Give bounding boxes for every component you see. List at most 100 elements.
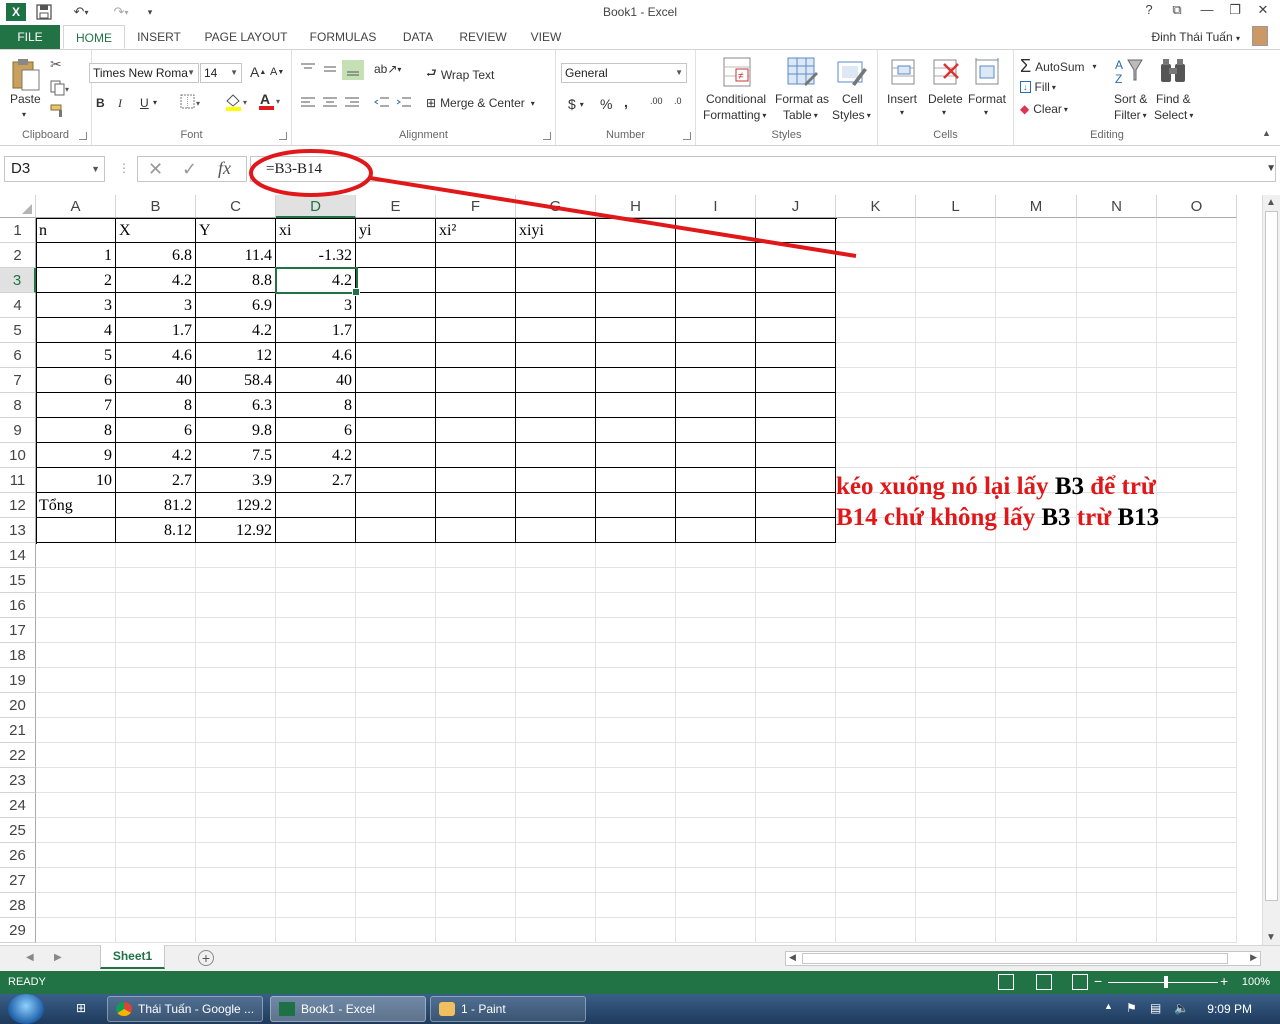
cell-k19[interactable] xyxy=(836,668,916,693)
cell-i4[interactable] xyxy=(676,293,756,318)
action-center-icon[interactable]: ⚑ xyxy=(1126,1001,1137,1015)
cell-i11[interactable] xyxy=(676,468,756,493)
cell-n19[interactable] xyxy=(1077,668,1157,693)
cell-f8[interactable] xyxy=(436,393,516,418)
cell-a8[interactable]: 7 xyxy=(36,393,116,418)
cell-m19[interactable] xyxy=(996,668,1077,693)
cell-n17[interactable] xyxy=(1077,618,1157,643)
cell-l7[interactable] xyxy=(916,368,996,393)
paste-dropdown-icon[interactable]: ▾ xyxy=(22,110,26,119)
cell-n15[interactable] xyxy=(1077,568,1157,593)
cell-j26[interactable] xyxy=(756,843,836,868)
cell-e1[interactable]: yi xyxy=(356,218,436,243)
cell-j7[interactable] xyxy=(756,368,836,393)
tab-insert[interactable]: INSERT xyxy=(130,25,188,49)
merge-center-button[interactable]: ⊞ Merge & Center ▾ xyxy=(426,96,535,110)
font-launcher-icon[interactable] xyxy=(279,132,287,140)
cell-e27[interactable] xyxy=(356,868,436,893)
cell-g10[interactable] xyxy=(516,443,596,468)
cell-d4[interactable]: 3 xyxy=(276,293,356,318)
cell-j16[interactable] xyxy=(756,593,836,618)
cell-d29[interactable] xyxy=(276,918,356,943)
cell-h22[interactable] xyxy=(596,743,676,768)
cell-e3[interactable] xyxy=(356,268,436,293)
cell-l21[interactable] xyxy=(916,718,996,743)
column-header-f[interactable]: F xyxy=(436,195,516,218)
cell-g6[interactable] xyxy=(516,343,596,368)
cell-j19[interactable] xyxy=(756,668,836,693)
cell-l22[interactable] xyxy=(916,743,996,768)
cell-j18[interactable] xyxy=(756,643,836,668)
cell-a17[interactable] xyxy=(36,618,116,643)
cell-o18[interactable] xyxy=(1157,643,1237,668)
cell-i28[interactable] xyxy=(676,893,756,918)
tab-view[interactable]: VIEW xyxy=(524,25,568,49)
tab-page-layout[interactable]: PAGE LAYOUT xyxy=(200,25,292,49)
cell-i10[interactable] xyxy=(676,443,756,468)
cell-g20[interactable] xyxy=(516,693,596,718)
name-box[interactable]: D3 ▼ xyxy=(4,156,105,182)
cell-g16[interactable] xyxy=(516,593,596,618)
cell-f12[interactable] xyxy=(436,493,516,518)
cell-f23[interactable] xyxy=(436,768,516,793)
cell-f16[interactable] xyxy=(436,593,516,618)
conditional-formatting-icon[interactable]: ≠ xyxy=(722,56,754,88)
cell-i5[interactable] xyxy=(676,318,756,343)
cell-c23[interactable] xyxy=(196,768,276,793)
page-break-view-icon[interactable] xyxy=(1072,974,1088,990)
cell-h2[interactable] xyxy=(596,243,676,268)
row-header-16[interactable]: 16 xyxy=(0,593,36,618)
cell-l24[interactable] xyxy=(916,793,996,818)
cell-h25[interactable] xyxy=(596,818,676,843)
cell-g29[interactable] xyxy=(516,918,596,943)
cell-e6[interactable] xyxy=(356,343,436,368)
copy-icon[interactable]: ▾ xyxy=(50,80,70,96)
cell-k7[interactable] xyxy=(836,368,916,393)
cell-l10[interactable] xyxy=(916,443,996,468)
cell-e4[interactable] xyxy=(356,293,436,318)
clipboard-launcher-icon[interactable] xyxy=(79,132,87,140)
column-header-g[interactable]: G xyxy=(516,195,596,218)
cell-g3[interactable] xyxy=(516,268,596,293)
cell-b2[interactable]: 6.8 xyxy=(116,243,196,268)
format-cells-icon[interactable] xyxy=(972,56,1004,88)
cell-e20[interactable] xyxy=(356,693,436,718)
paste-button[interactable]: Paste xyxy=(10,92,41,106)
cell-g2[interactable] xyxy=(516,243,596,268)
cell-b24[interactable] xyxy=(116,793,196,818)
cell-k26[interactable] xyxy=(836,843,916,868)
cell-g7[interactable] xyxy=(516,368,596,393)
scroll-right-icon[interactable]: ▶ xyxy=(1250,952,1257,963)
cell-h21[interactable] xyxy=(596,718,676,743)
column-header-h[interactable]: H xyxy=(596,195,676,218)
cell-f4[interactable] xyxy=(436,293,516,318)
insert-dropdown-icon[interactable]: ▾ xyxy=(900,108,904,117)
cell-b15[interactable] xyxy=(116,568,196,593)
formula-bar-grip-icon[interactable]: ⋮ xyxy=(118,161,130,175)
cell-h13[interactable] xyxy=(596,518,676,543)
row-header-13[interactable]: 13 xyxy=(0,518,36,543)
alignment-launcher-icon[interactable] xyxy=(543,132,551,140)
cell-d21[interactable] xyxy=(276,718,356,743)
tab-formulas[interactable]: FORMULAS xyxy=(305,25,381,49)
cell-i19[interactable] xyxy=(676,668,756,693)
cell-h17[interactable] xyxy=(596,618,676,643)
cell-f13[interactable] xyxy=(436,518,516,543)
cell-j4[interactable] xyxy=(756,293,836,318)
cell-c26[interactable] xyxy=(196,843,276,868)
column-header-o[interactable]: O xyxy=(1157,195,1237,218)
cell-h29[interactable] xyxy=(596,918,676,943)
formula-input[interactable]: =B3-B14 xyxy=(250,156,1276,182)
cell-g14[interactable] xyxy=(516,543,596,568)
cell-g11[interactable] xyxy=(516,468,596,493)
cell-a29[interactable] xyxy=(36,918,116,943)
cell-i3[interactable] xyxy=(676,268,756,293)
cell-o19[interactable] xyxy=(1157,668,1237,693)
previous-sheet-icon[interactable]: ◀ xyxy=(26,952,34,963)
row-header-24[interactable]: 24 xyxy=(0,793,36,818)
cell-o13[interactable] xyxy=(1157,518,1237,543)
row-header-27[interactable]: 27 xyxy=(0,868,36,893)
cell-o5[interactable] xyxy=(1157,318,1237,343)
cell-h14[interactable] xyxy=(596,543,676,568)
cell-o28[interactable] xyxy=(1157,893,1237,918)
